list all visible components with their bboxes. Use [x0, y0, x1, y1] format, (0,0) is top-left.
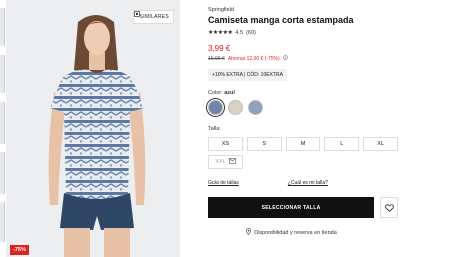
select-size-button[interactable]: SELECCIONAR TALLA: [208, 197, 375, 218]
size-xs[interactable]: XS: [208, 137, 243, 151]
color-label: Color: azul: [208, 90, 398, 96]
similar-label: SIMILARES: [139, 14, 169, 20]
product-image[interactable]: SIMILARES -75%: [6, 0, 180, 257]
rating[interactable]: ★★★★★ 4.5 (60): [208, 29, 398, 37]
thumbnail-5[interactable]: [0, 202, 5, 242]
size-links: Guía de tallas ¿Cuál es mi talla?: [208, 180, 398, 186]
star-rating-icon: ★★★★★: [208, 30, 233, 36]
price-details: 15,99 € Ahorras 12,00 € (-75%): [208, 55, 398, 62]
favorite-button[interactable]: [380, 197, 398, 218]
promo-code-badge: +10% EXTRA | CÓD: 10EXTRA: [208, 69, 287, 81]
store-availability[interactable]: Disponibilidad y reserva en tienda: [208, 228, 375, 237]
availability-text: Disponibilidad y reserva en tienda: [254, 229, 337, 236]
size-s[interactable]: S: [246, 137, 282, 151]
size-xxl[interactable]: XXL: [208, 155, 243, 169]
brand-name: Springfield: [208, 7, 234, 13]
color-swatches: [208, 100, 398, 115]
current-price: 3,99 €: [208, 44, 231, 53]
model-illustration: [48, 15, 146, 257]
thumbnail-strip: [0, 0, 5, 257]
product-info: Springfield Camiseta manga corta estampa…: [208, 7, 398, 237]
notify-icon: [228, 158, 236, 166]
size-xl[interactable]: XL: [363, 137, 398, 151]
selected-color: azul: [224, 90, 235, 96]
color-label-text: Color:: [208, 90, 223, 96]
size-l[interactable]: L: [324, 137, 360, 151]
color-swatch-azul[interactable]: [208, 100, 223, 115]
saving-text: Ahorras 12,00 € (-75%): [227, 55, 280, 62]
size-options: XS S M L XL: [208, 137, 398, 151]
thumbnail-3[interactable]: [0, 102, 5, 144]
old-price: 15,99 €: [208, 55, 225, 62]
my-size-link[interactable]: ¿Cuál es mi talla?: [288, 180, 328, 186]
similar-button[interactable]: SIMILARES: [132, 10, 174, 24]
thumbnail-2[interactable]: [0, 55, 5, 93]
heart-icon: [384, 199, 394, 217]
size-xxl-label: XXL: [215, 159, 226, 165]
cta-row: SELECCIONAR TALLA: [208, 197, 398, 218]
rating-count: (60): [246, 29, 256, 36]
product-title: Camiseta manga corta estampada: [208, 15, 354, 25]
thumbnail-4[interactable]: [0, 152, 5, 194]
location-pin-icon: [246, 228, 252, 237]
size-label: Talla:: [208, 126, 221, 132]
color-swatch-beige[interactable]: [228, 100, 243, 115]
discount-badge: -75%: [10, 245, 29, 255]
size-m[interactable]: M: [285, 137, 321, 151]
color-swatch-azul-claro[interactable]: [248, 100, 263, 115]
thumbnail-1[interactable]: [0, 8, 5, 46]
size-guide-link[interactable]: Guía de tallas: [208, 180, 239, 186]
rating-value: 4.5: [235, 29, 244, 36]
info-icon[interactable]: [282, 55, 288, 62]
